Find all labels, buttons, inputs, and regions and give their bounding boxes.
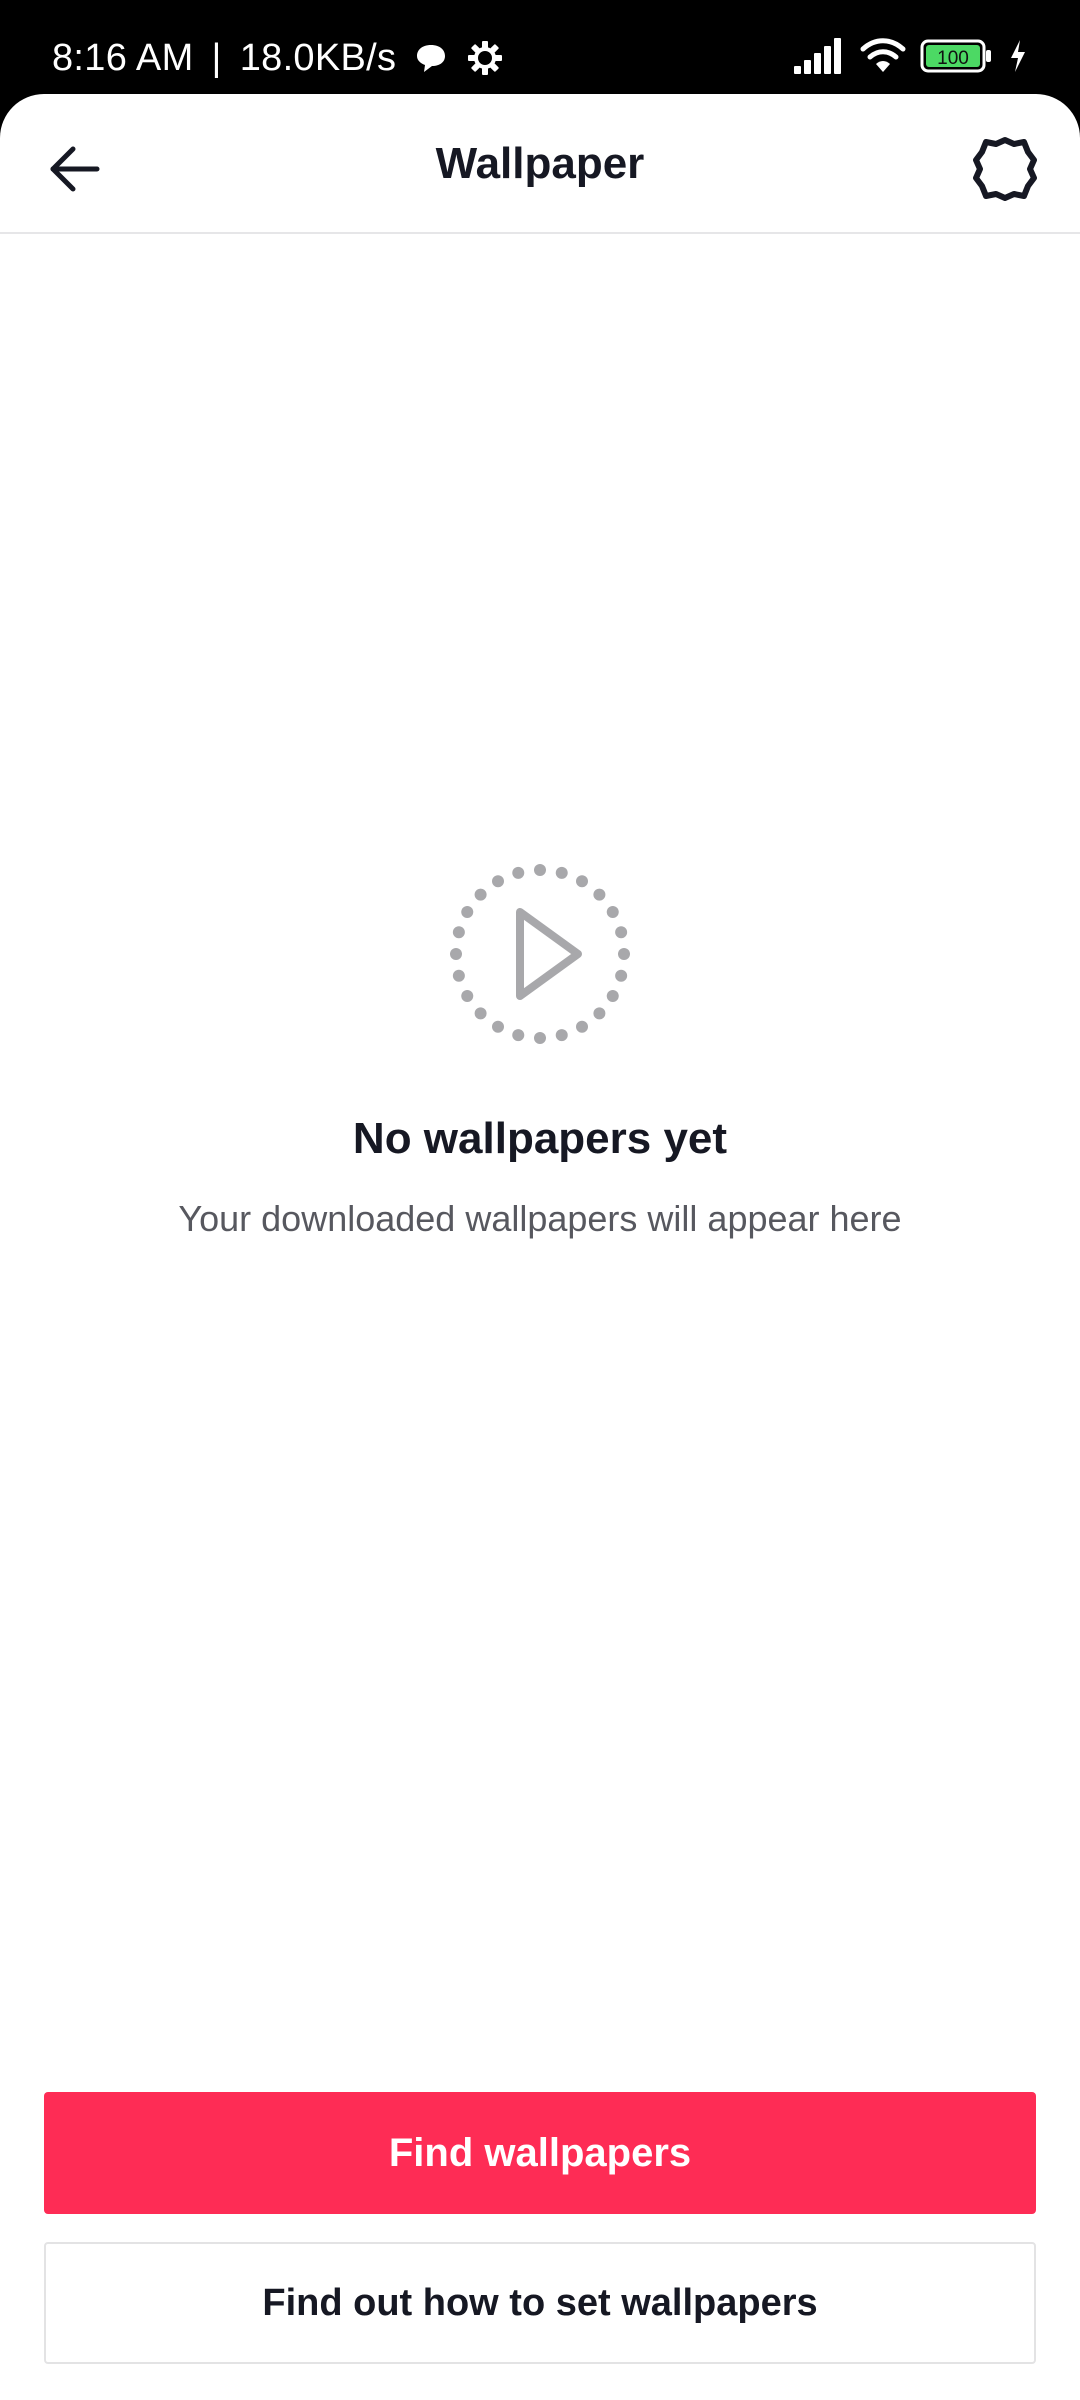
ring-dot	[450, 948, 462, 960]
ring-dot	[452, 969, 465, 982]
wifi-icon	[860, 37, 906, 79]
ring-dot	[606, 906, 619, 918]
battery-icon: 100	[920, 38, 994, 79]
ring-dot	[512, 1029, 525, 1042]
charging-icon	[1008, 38, 1028, 79]
ring-dot	[492, 1020, 504, 1033]
status-right: 100	[794, 34, 1028, 82]
ring-dot	[615, 926, 628, 939]
ring-dot	[615, 969, 628, 982]
ring-dot	[534, 864, 546, 876]
signal-icon	[794, 37, 846, 79]
how-to-set-wallpapers-button[interactable]: Find out how to set wallpapers	[44, 2242, 1036, 2364]
chat-bubble-icon	[414, 41, 448, 75]
ring-dot	[606, 990, 619, 1002]
status-separator: |	[211, 36, 222, 79]
settings-button[interactable]	[960, 124, 1050, 214]
top-bar: Wallpaper	[0, 94, 1080, 234]
ring-dot	[618, 948, 630, 960]
ring-dot	[534, 1032, 546, 1044]
empty-state-subtitle: Your downloaded wallpapers will appear h…	[178, 1198, 902, 1239]
find-wallpapers-button[interactable]: Find wallpapers	[44, 2092, 1036, 2214]
ring-dot	[555, 866, 568, 879]
gear-icon	[466, 39, 504, 77]
ring-dot	[555, 1029, 568, 1042]
status-network-speed: 18.0KB/s	[239, 36, 397, 79]
ring-dot	[461, 990, 474, 1002]
ring-dot	[452, 926, 465, 939]
gear-icon	[973, 137, 1037, 201]
ring-dot	[461, 906, 474, 918]
ring-dot	[474, 1007, 487, 1020]
wallpaper-screen: Wallpaper No wallpapers yet Your downloa…	[0, 94, 1080, 2400]
empty-state-title: No wallpapers yet	[352, 1114, 728, 1163]
page-title: Wallpaper	[435, 139, 645, 188]
ring-dot	[593, 888, 606, 901]
dotted-play-icon	[450, 864, 630, 1044]
battery-level: 100	[937, 48, 969, 69]
empty-state: No wallpapers yet Your downloaded wallpa…	[0, 864, 1080, 1240]
ring-dot	[492, 875, 504, 888]
status-time: 8:16 AM	[52, 36, 194, 79]
status-bar: 8:16 AM | 18.0KB/s 100	[0, 0, 1080, 94]
ring-dot	[512, 866, 525, 879]
ring-dot	[474, 888, 487, 901]
ring-dot	[593, 1007, 606, 1020]
ring-dot	[576, 1020, 588, 1033]
ring-dot	[576, 875, 588, 888]
